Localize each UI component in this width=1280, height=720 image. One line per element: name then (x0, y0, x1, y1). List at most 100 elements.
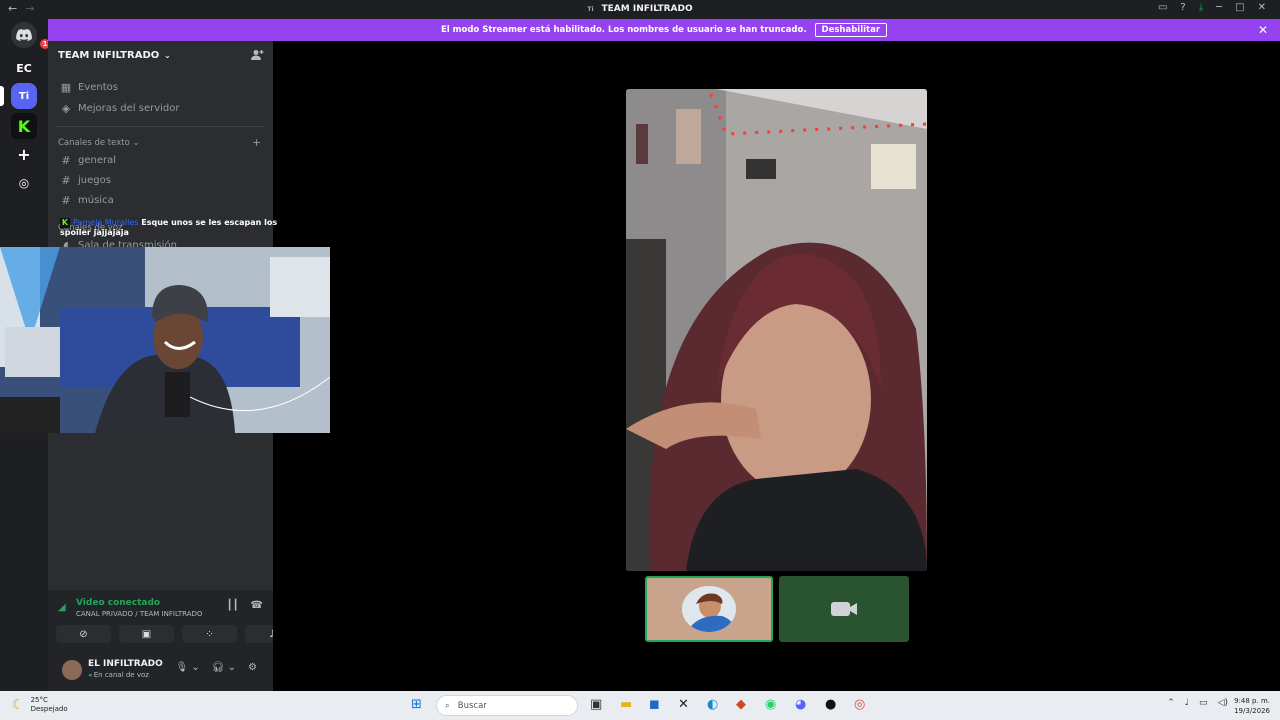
channel-juegos[interactable]: # juegos (60, 174, 111, 187)
chevron-down-icon: ⌄ (161, 51, 171, 60)
overlay-username: Pamela Muralles (73, 218, 139, 227)
user-name[interactable]: EL INFILTRADO (88, 659, 163, 669)
clock-time: 9:48 p. m. (1234, 697, 1270, 705)
add-server-icon[interactable]: + (11, 141, 37, 167)
microphone-tray-icon[interactable]: ♩ (1185, 698, 1189, 708)
system-clock[interactable]: 9:48 p. m. 19/3/2026 (1234, 696, 1270, 716)
noise-suppression-icon[interactable]: ┃┃ (226, 600, 238, 611)
avatar[interactable] (62, 660, 82, 680)
obs-icon[interactable]: ● (825, 697, 836, 712)
server-name: TEAM INFILTRADO (58, 50, 160, 61)
camera-off-icon: ⊘ (79, 628, 88, 640)
hashtag-icon: # (61, 174, 71, 187)
close-window-icon[interactable]: ✕ (1258, 2, 1266, 13)
help-icon[interactable]: ? (1180, 2, 1185, 13)
volume-icon[interactable]: ◁) (1218, 698, 1228, 708)
screen-share-button[interactable]: ▣ (119, 625, 174, 643)
stream-chat-overlay: K Pamela Muralles Esque unos se les escap… (60, 218, 300, 237)
start-windows-icon[interactable]: ⊞ (411, 697, 422, 712)
server-mini-icon: Ti (587, 6, 594, 13)
disconnect-icon[interactable]: ☎ (251, 600, 263, 611)
store-icon[interactable]: ◼ (649, 697, 660, 712)
events-label: Eventos (78, 82, 118, 93)
network-icon[interactable]: ▭ (1199, 698, 1208, 708)
server-team-infiltrado[interactable]: Ti (11, 83, 37, 109)
boost-icon: ◈ (61, 102, 71, 115)
edge-icon[interactable]: ◐ (707, 697, 718, 712)
voice-buttons: ⊘ ▣ ⁘ ♪ (56, 625, 300, 643)
window-title-text: TEAM INFILTRADO (601, 4, 693, 14)
screen-share-icon: ▣ (141, 628, 152, 640)
events-item[interactable]: ▦ Eventos (60, 81, 118, 94)
inbox-icon[interactable]: ▭ (1158, 2, 1167, 13)
weather-condition: Despejado (30, 705, 68, 713)
microphone-icon[interactable]: 🎙︎ ⌄ (176, 662, 200, 673)
video-camera-icon (831, 602, 857, 616)
channel-label: general (78, 155, 117, 166)
text-channels-category[interactable]: Canales de texto ⌄ (58, 138, 140, 148)
participant-thumbnail-1[interactable] (645, 576, 773, 642)
banner-close-icon[interactable]: ✕ (1258, 23, 1268, 37)
channel-general[interactable]: # general (60, 154, 116, 167)
window-controls: ▭ ? ⤓ ─ □ ✕ (1158, 2, 1266, 13)
create-channel-icon[interactable]: + (252, 136, 261, 149)
clock-date: 19/3/2026 (1234, 707, 1270, 715)
video-stage (273, 41, 1280, 691)
server-header[interactable]: TEAM INFILTRADO ⌄ (58, 50, 171, 61)
sidebar-divider (56, 126, 265, 127)
minimize-icon[interactable]: ─ (1216, 2, 1222, 13)
participant-thumbnail-2[interactable] (779, 576, 909, 642)
file-explorer-icon[interactable]: ▬ (620, 697, 632, 712)
moon-icon: ☾ (12, 697, 25, 713)
connection-signal-icon[interactable]: ◢ (58, 602, 66, 613)
chrome-icon[interactable]: ◎ (854, 697, 865, 712)
server-ec[interactable]: EC (11, 55, 37, 81)
camera-off-button[interactable]: ⊘ (56, 625, 111, 643)
system-tray: ⌃ ♩ ▭ ◁) (1167, 698, 1228, 708)
brave-icon[interactable]: ◆ (736, 697, 746, 712)
search-placeholder: Buscar (457, 700, 487, 711)
activities-button[interactable]: ⁘ (182, 625, 237, 643)
whatsapp-icon[interactable]: ◉ (765, 697, 776, 712)
channel-label: música (78, 195, 114, 206)
boosts-label: Mejoras del servidor (78, 103, 180, 114)
channel-label: juegos (78, 175, 111, 186)
user-status: ◂ En canal de voz (88, 671, 149, 679)
user-controls: 🎙︎ ⌄ 🎧︎ ⌄ ⚙ (176, 662, 258, 673)
streamer-mode-banner: El modo Streamer está habilitado. Los no… (48, 19, 1280, 41)
window-titlebar: ← → Ti TEAM INFILTRADO ▭ ? ⤓ ─ □ ✕ (0, 0, 1280, 19)
app-icon[interactable]: ✕ (678, 697, 689, 712)
window-title: Ti TEAM INFILTRADO (0, 4, 1280, 14)
discord-taskbar-icon[interactable]: ◕ (795, 697, 806, 712)
task-view-icon[interactable]: ▣ (590, 697, 602, 712)
participant-avatar (682, 586, 736, 632)
direct-messages-icon[interactable]: 1 (11, 22, 50, 49)
download-icon[interactable]: ⤓ (1199, 2, 1203, 13)
taskbar-search[interactable]: ⌕ Buscar (436, 695, 578, 716)
user-status-text: En canal de voz (93, 671, 149, 679)
hashtag-icon: # (61, 194, 71, 207)
user-panel: EL INFILTRADO ◂ En canal de voz 🎙︎ ⌄ 🎧︎ … (48, 650, 273, 691)
headphones-icon[interactable]: 🎧︎ ⌄ (212, 662, 236, 673)
voice-connection-panel: ◢ Video conectado CANAL PRIVADO / TEAM I… (48, 590, 300, 650)
search-icon: ⌕ (445, 700, 450, 711)
banner-text: El modo Streamer está habilitado. Los no… (440, 25, 807, 35)
server-boosts-item[interactable]: ◈ Mejoras del servidor (60, 102, 180, 115)
chevron-up-icon[interactable]: ⌃ (1167, 698, 1175, 708)
explore-compass-icon[interactable]: ◎ (11, 170, 37, 196)
settings-gear-icon[interactable]: ⚙ (248, 662, 257, 673)
weather-widget[interactable]: ☾ 25°C Despejado (12, 696, 68, 714)
os-taskbar: ☾ 25°C Despejado ⊞ ⌕ Buscar ▣ ▬ ◼ ✕ ◐ ◆ ◉ … (0, 691, 1280, 720)
calendar-icon: ▦ (60, 81, 72, 94)
text-category-label: Canales de texto (58, 138, 130, 148)
channel-musica[interactable]: # música (60, 194, 114, 207)
voice-channel-path[interactable]: CANAL PRIVADO / TEAM INFILTRADO (76, 610, 202, 618)
server-kick[interactable]: K (11, 113, 37, 139)
activities-icon: ⁘ (205, 628, 214, 640)
participant-video-main[interactable] (626, 89, 927, 571)
maximize-icon[interactable]: □ (1235, 2, 1244, 13)
hashtag-icon: # (61, 154, 71, 167)
streamer-webcam-feed (0, 247, 330, 433)
disable-streamer-button[interactable]: Deshabilitar (814, 23, 888, 37)
invite-people-icon[interactable] (251, 49, 264, 64)
